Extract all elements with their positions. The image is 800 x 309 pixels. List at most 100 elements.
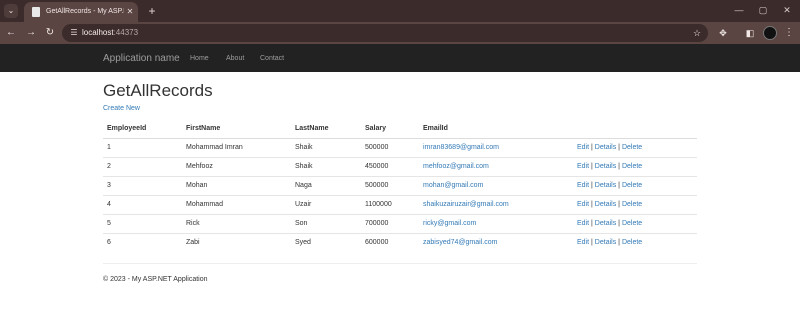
separator: | xyxy=(618,201,620,208)
email-link[interactable]: mohan@gmail.com xyxy=(423,182,483,189)
details-link[interactable]: Details xyxy=(595,182,616,189)
cell-actions: Edit | Details | Delete xyxy=(573,232,697,252)
nav-contact-link[interactable]: Contact xyxy=(260,53,284,64)
close-tab-icon[interactable]: ✕ xyxy=(125,6,135,18)
edit-link[interactable]: Edit xyxy=(577,201,589,208)
cell-last-name: Son xyxy=(291,213,361,233)
table-row: 1 Mohammad Imran Shaik 500000 imran83689… xyxy=(103,137,697,157)
edit-link[interactable]: Edit xyxy=(577,182,589,189)
cell-actions: Edit | Details | Delete xyxy=(573,137,697,157)
cell-last-name: Uzair xyxy=(291,194,361,214)
url-host: localhost xyxy=(82,28,114,37)
header-actions xyxy=(573,119,697,139)
tab-title: GetAllRecords - My ASP.NET Ap xyxy=(46,8,124,15)
separator: | xyxy=(591,220,593,227)
details-link[interactable]: Details xyxy=(595,201,616,208)
create-new-link[interactable]: Create New xyxy=(103,104,140,114)
delete-link[interactable]: Delete xyxy=(622,220,642,227)
cell-actions: Edit | Details | Delete xyxy=(573,175,697,195)
menu-icon[interactable]: ⋮ xyxy=(784,26,794,40)
cell-actions: Edit | Details | Delete xyxy=(573,213,697,233)
cell-first-name: Mohammad Imran xyxy=(182,137,291,157)
table-row: 6 Zabi Syed 600000 zabisyed74@gmail.com … xyxy=(103,232,697,252)
edit-link[interactable]: Edit xyxy=(577,220,589,227)
delete-link[interactable]: Delete xyxy=(622,201,642,208)
tab-list-icon[interactable]: ⌄ xyxy=(4,4,18,18)
cell-email: zabisyed74@gmail.com xyxy=(419,232,573,252)
cell-last-name: Shaik xyxy=(291,137,361,157)
cell-last-name: Syed xyxy=(291,232,361,252)
cell-last-name: Naga xyxy=(291,175,361,195)
delete-link[interactable]: Delete xyxy=(622,144,642,151)
site-info-icon[interactable]: ☰ xyxy=(68,27,80,39)
separator: | xyxy=(618,182,620,189)
edit-link[interactable]: Edit xyxy=(577,144,589,151)
page-title: GetAllRecords xyxy=(103,81,213,100)
back-icon[interactable]: ← xyxy=(4,26,18,40)
cell-email: mehfooz@gmail.com xyxy=(419,156,573,176)
nav-home-link[interactable]: Home xyxy=(190,53,209,64)
email-link[interactable]: ricky@gmail.com xyxy=(423,220,476,227)
cell-employee-id: 6 xyxy=(103,232,182,252)
edit-link[interactable]: Edit xyxy=(577,239,589,246)
cell-actions: Edit | Details | Delete xyxy=(573,194,697,214)
separator: | xyxy=(591,163,593,170)
url-text[interactable]: localhost:44373 xyxy=(82,27,202,39)
details-link[interactable]: Details xyxy=(595,163,616,170)
table-row: 4 Mohammad Uzair 1100000 shaikuzairuzair… xyxy=(103,194,697,214)
table-row: 2 Mehfooz Shaik 450000 mehfooz@gmail.com… xyxy=(103,156,697,176)
split-view-icon[interactable]: ◧ xyxy=(743,26,757,40)
cell-email: shaikuzairuzair@gmail.com xyxy=(419,194,573,214)
separator: | xyxy=(618,220,620,227)
favicon-icon xyxy=(32,7,40,17)
cell-salary: 450000 xyxy=(361,156,419,176)
cell-first-name: Mohammad xyxy=(182,194,291,214)
cell-employee-id: 5 xyxy=(103,213,182,233)
maximize-icon[interactable]: ▢ xyxy=(754,3,772,17)
separator: | xyxy=(591,144,593,151)
cell-email: ricky@gmail.com xyxy=(419,213,573,233)
email-link[interactable]: imran83689@gmail.com xyxy=(423,144,499,151)
cell-first-name: Rick xyxy=(182,213,291,233)
delete-link[interactable]: Delete xyxy=(622,182,642,189)
cell-first-name: Mohan xyxy=(182,175,291,195)
separator: | xyxy=(591,182,593,189)
minimize-icon[interactable]: — xyxy=(730,3,748,17)
reload-icon[interactable]: ↻ xyxy=(43,26,57,40)
cell-email: imran83689@gmail.com xyxy=(419,137,573,157)
cell-employee-id: 1 xyxy=(103,137,182,157)
close-window-icon[interactable]: ✕ xyxy=(778,3,796,17)
delete-link[interactable]: Delete xyxy=(622,239,642,246)
header-employee-id: EmployeeId xyxy=(103,119,182,139)
cell-salary: 600000 xyxy=(361,232,419,252)
separator: | xyxy=(618,239,620,247)
browser-tab[interactable]: GetAllRecords - My ASP.NET Ap ✕ xyxy=(24,2,138,22)
details-link[interactable]: Details xyxy=(595,239,616,246)
cell-first-name: Mehfooz xyxy=(182,156,291,176)
delete-link[interactable]: Delete xyxy=(622,163,642,170)
email-link[interactable]: shaikuzairuzair@gmail.com xyxy=(423,201,509,208)
table-row: 3 Mohan Naga 500000 mohan@gmail.com Edit… xyxy=(103,175,697,195)
url-port: :44373 xyxy=(113,28,139,37)
records-table: EmployeeId FirstName LastName Salary Ema… xyxy=(103,119,697,252)
cell-employee-id: 2 xyxy=(103,156,182,176)
cell-actions: Edit | Details | Delete xyxy=(573,156,697,176)
email-link[interactable]: mehfooz@gmail.com xyxy=(423,163,489,170)
details-link[interactable]: Details xyxy=(595,144,616,151)
email-link[interactable]: zabisyed74@gmail.com xyxy=(423,239,497,246)
table-header-row: EmployeeId FirstName LastName Salary Ema… xyxy=(103,119,697,139)
forward-icon[interactable]: → xyxy=(24,26,38,40)
details-link[interactable]: Details xyxy=(595,220,616,227)
nav-about-link[interactable]: About xyxy=(226,53,244,64)
profile-avatar[interactable] xyxy=(763,26,777,40)
cell-last-name: Shaik xyxy=(291,156,361,176)
extensions-icon[interactable]: ✥ xyxy=(716,26,730,40)
header-email-id: EmailId xyxy=(419,119,573,139)
table-row: 5 Rick Son 700000 ricky@gmail.com Edit |… xyxy=(103,213,697,233)
new-tab-button[interactable]: + xyxy=(145,4,159,18)
brand-link[interactable]: Application name xyxy=(103,52,180,66)
header-first-name: FirstName xyxy=(182,119,291,139)
footer-divider xyxy=(103,263,697,264)
star-icon[interactable]: ☆ xyxy=(690,26,704,40)
edit-link[interactable]: Edit xyxy=(577,163,589,170)
